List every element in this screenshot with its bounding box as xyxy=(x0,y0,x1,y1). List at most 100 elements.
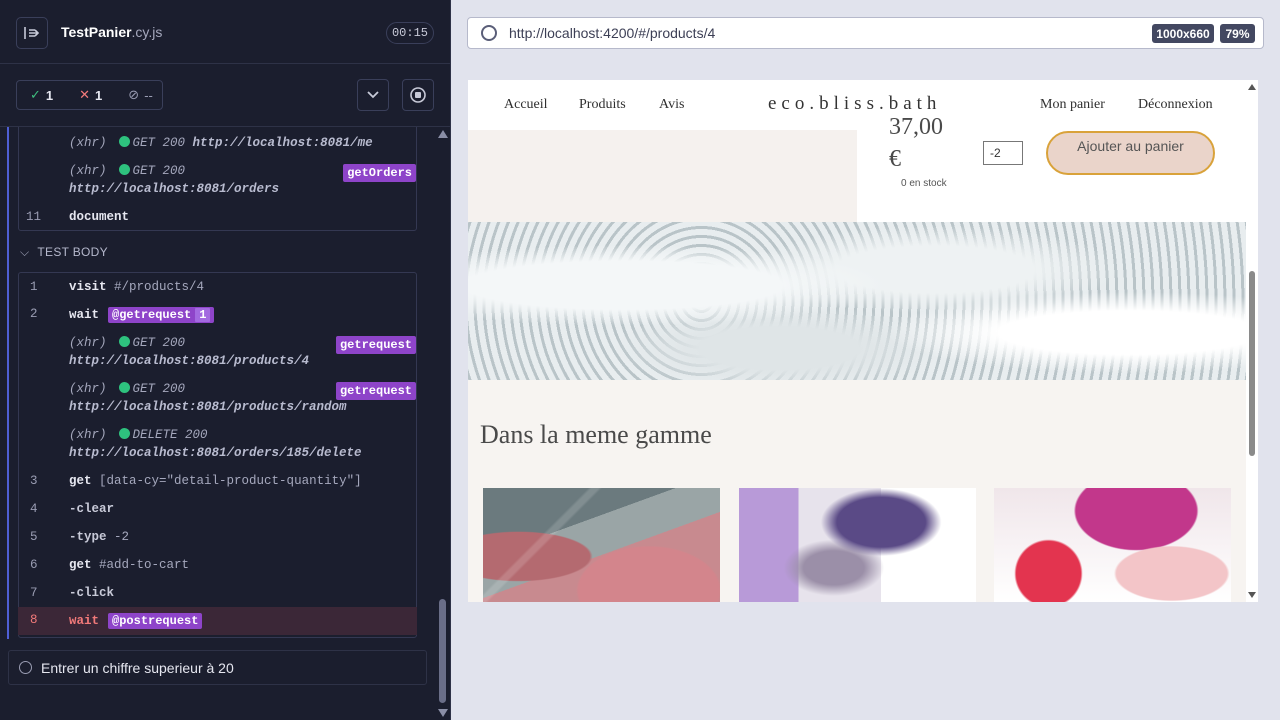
url-text: http://localhost:4200/#/products/4 xyxy=(509,25,716,41)
test-item[interactable]: Entrer un chiffre superieur à 20 xyxy=(8,650,427,685)
xhr-method: GET 200 xyxy=(132,382,186,396)
scroll-up-icon xyxy=(438,130,448,138)
command-row[interactable]: 6 get #add-to-cart xyxy=(0,558,434,576)
scroll-down-icon xyxy=(438,709,448,717)
command-row[interactable]: 1 visit #/products/4 xyxy=(0,280,434,298)
command-row[interactable]: (xhr) GET 200 http://localhost:8081/order… xyxy=(0,164,434,200)
pending-icon: ⊘ xyxy=(128,87,140,102)
command-row[interactable]: (xhr) GET 200 http://localhost:8081/me xyxy=(0,136,434,154)
x-icon: ✕ xyxy=(79,87,91,102)
command-text: get [data-cy="detail-product-quantity"] xyxy=(69,474,362,488)
command-number: 6 xyxy=(30,558,38,572)
price-currency: € xyxy=(889,146,901,172)
test-duration: 00:15 xyxy=(386,22,434,44)
command-number: 7 xyxy=(30,586,38,600)
command-text: visit #/products/4 xyxy=(69,280,204,294)
command-row[interactable]: 11 document xyxy=(0,210,434,228)
command-row-active[interactable]: 8 wait @postrequest xyxy=(0,613,434,633)
related-product-card[interactable] xyxy=(739,488,976,602)
test-body-section[interactable]: ⌵ TEST BODY xyxy=(20,245,108,260)
command-text: wait @postrequest xyxy=(69,613,203,629)
quantity-input[interactable]: -2 xyxy=(983,141,1023,165)
command-row[interactable]: 5 -type -2 xyxy=(0,530,434,548)
sidebar-toggle-icon xyxy=(24,27,40,39)
toggle-specs-button[interactable] xyxy=(16,17,48,49)
nav-link-accueil[interactable]: Accueil xyxy=(504,97,548,113)
chevron-down-icon: ⌵ xyxy=(20,245,30,259)
command-name: -click xyxy=(69,586,115,600)
alias-badge: getOrders xyxy=(343,164,416,182)
app-scroll-thumb[interactable] xyxy=(1249,271,1255,456)
status-dot-icon xyxy=(118,336,130,347)
command-name: wait xyxy=(69,308,100,322)
xhr-method: GET 200 xyxy=(132,136,186,150)
viewport-badge: 1000x660 xyxy=(1152,24,1214,43)
related-product-card[interactable] xyxy=(994,488,1231,602)
stock-info: 0 en stock xyxy=(901,178,947,189)
xhr-method: DELETE 200 xyxy=(132,428,208,442)
command-row[interactable]: (xhr) DELETE 200 http://localhost:8081/or… xyxy=(0,428,434,464)
command-log: (xhr) GET 200 http://localhost:8081/me (x… xyxy=(0,127,434,720)
section-label: TEST BODY xyxy=(37,245,108,259)
url-bar: http://localhost:4200/#/products/4 1000x… xyxy=(467,17,1264,49)
alias-name: @getrequest xyxy=(112,308,192,322)
command-arg: #/products/4 xyxy=(114,280,205,294)
xhr-type: (xhr) xyxy=(69,428,107,442)
xhr-type: (xhr) xyxy=(69,382,107,396)
product-price: 37,00 € xyxy=(889,114,943,175)
alias-badge: getrequest xyxy=(335,336,416,354)
stop-icon xyxy=(410,87,426,103)
nav-link-deconnexion[interactable]: Déconnexion xyxy=(1138,97,1213,113)
xhr-label: (xhr) GET 200 xyxy=(69,336,185,350)
xhr-label: (xhr) GET 200 xyxy=(69,164,185,178)
spec-file-name: TestPanier.cy.js xyxy=(61,24,162,40)
command-row[interactable]: 2 wait @getrequest 1 xyxy=(0,307,434,327)
status-dot-icon xyxy=(118,136,130,147)
cypress-command-panel: TestPanier.cy.js 00:15 ✓ 1 ✕ 1 ⊘ -- (xhr) GE… xyxy=(0,0,450,720)
command-row[interactable]: 7 -click xyxy=(0,586,434,604)
status-dot-icon xyxy=(118,164,130,175)
test-stats: ✓ 1 ✕ 1 ⊘ -- xyxy=(16,80,163,110)
spec-header: TestPanier.cy.js 00:15 xyxy=(0,0,450,64)
xhr-type: (xhr) xyxy=(69,336,107,350)
stop-button[interactable] xyxy=(402,79,434,111)
command-row[interactable]: 3 get [data-cy="detail-product-quantity"… xyxy=(0,474,434,492)
command-number: 4 xyxy=(30,502,38,516)
add-to-cart-button[interactable]: Ajouter au panier xyxy=(1046,131,1215,175)
xhr-url: http://localhost:8081/products/4 xyxy=(69,354,310,368)
passed-value: 1 xyxy=(45,87,54,103)
command-text: -type -2 xyxy=(69,530,129,544)
status-dot-icon xyxy=(118,382,130,393)
command-name: -clear xyxy=(69,502,115,516)
command-number: 1 xyxy=(30,280,38,294)
xhr-url: http://localhost:8081/me xyxy=(192,136,373,150)
spec-name: TestPanier xyxy=(61,24,132,40)
command-text: get #add-to-cart xyxy=(69,558,189,572)
command-arg: [data-cy="detail-product-quantity"] xyxy=(99,474,362,488)
nav-link-produits[interactable]: Produits xyxy=(579,97,626,113)
zoom-badge: 79% xyxy=(1220,24,1255,43)
globe-icon xyxy=(481,25,497,41)
alias-count: 1 xyxy=(195,308,211,322)
xhr-url: http://localhost:8081/orders/185/delete xyxy=(69,446,362,460)
command-row[interactable]: (xhr) GET 200 http://localhost:8081/produ… xyxy=(0,336,434,372)
xhr-type: (xhr) xyxy=(69,164,107,178)
nav-link-avis[interactable]: Avis xyxy=(659,97,684,113)
check-icon: ✓ xyxy=(30,87,41,102)
test-title: Entrer un chiffre superieur à 20 xyxy=(41,659,234,676)
command-row[interactable]: (xhr) GET 200 http://localhost:8081/produ… xyxy=(0,382,434,418)
command-name: visit xyxy=(69,280,107,294)
pending-value: -- xyxy=(144,87,153,103)
command-number: 2 xyxy=(30,307,38,321)
command-row[interactable]: 4 -clear xyxy=(0,502,434,520)
command-number: 11 xyxy=(26,210,42,224)
xhr-url: http://localhost:8081/orders xyxy=(69,182,280,196)
nav-link-panier[interactable]: Mon panier xyxy=(1040,97,1105,113)
related-product-card[interactable] xyxy=(483,488,720,602)
failed-count: ✕ 1 xyxy=(79,87,102,103)
command-name: get xyxy=(69,474,92,488)
command-name: wait xyxy=(69,614,100,628)
scroll-thumb[interactable] xyxy=(439,599,446,703)
command-name: -type xyxy=(69,530,107,544)
expand-button[interactable] xyxy=(357,79,389,111)
